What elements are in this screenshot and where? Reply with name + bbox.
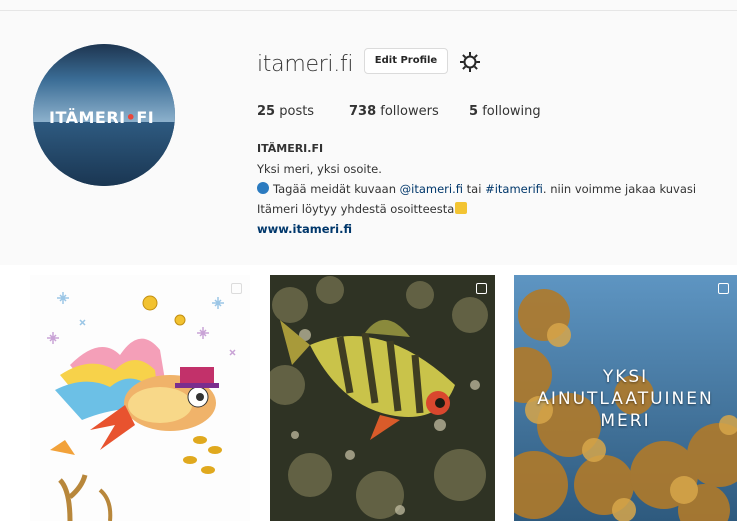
perch-photo <box>270 275 495 521</box>
bio-line-2-middle: tai <box>463 182 486 196</box>
bio-line-2: Tagää meidät kuvaan @itameri.fi tai #ita… <box>257 182 696 196</box>
stat-following[interactable]: 5 following <box>469 104 541 119</box>
avatar-logo: ITÄMERI•FI <box>49 108 155 127</box>
post-3-overlay-line-3: MERI <box>600 411 651 431</box>
profile-avatar[interactable]: ITÄMERI•FI <box>33 44 175 186</box>
bio-line-2-suffix: . niin voimme jakaa kuvasi <box>542 182 697 196</box>
gear-icon[interactable] <box>458 50 482 74</box>
bio-line-3: Itämeri löytyy yhdestä osoitteesta <box>257 202 468 216</box>
edit-profile-button[interactable]: Edit Profile <box>364 48 448 74</box>
stat-followers[interactable]: 738 followers <box>349 104 439 119</box>
post-3-overlay-line-2: AINUTLAATUINEN <box>537 389 714 409</box>
profile-username: itameri.fi <box>257 52 354 77</box>
profile-header: ITÄMERI•FI itameri.fi Edit Profile 25 po… <box>0 0 737 265</box>
website-link[interactable]: www.itameri.fi <box>257 222 352 236</box>
pointing-hand-icon <box>455 202 468 214</box>
carousel-icon <box>231 283 242 294</box>
fish-illustration <box>30 275 250 521</box>
post-tile-1[interactable] <box>30 275 250 521</box>
post-tile-2[interactable] <box>270 275 495 521</box>
wave-icon <box>257 182 269 194</box>
top-divider <box>0 10 737 11</box>
posts-grid: YKSI AINUTLAATUINEN MERI <box>0 265 737 521</box>
bio-line-2-prefix: Tagää meidät kuvaan <box>273 182 400 196</box>
bio-name: ITÄMERI.FI <box>257 142 324 155</box>
post-3-overlay-line-1: YKSI <box>602 367 649 387</box>
bio-line-3-text: Itämeri löytyy yhdestä osoitteesta <box>257 202 455 216</box>
hashtag-link[interactable]: #itamerifi <box>485 182 543 196</box>
bio-line-1: Yksi meri, yksi osoite. <box>257 162 382 176</box>
carousel-icon <box>718 283 729 294</box>
stat-posts: 25 posts <box>257 104 315 119</box>
carousel-icon <box>476 283 487 294</box>
mention-link[interactable]: @itameri.fi <box>400 182 463 196</box>
post-tile-3[interactable]: YKSI AINUTLAATUINEN MERI <box>514 275 737 521</box>
avatar-sea <box>33 122 175 186</box>
